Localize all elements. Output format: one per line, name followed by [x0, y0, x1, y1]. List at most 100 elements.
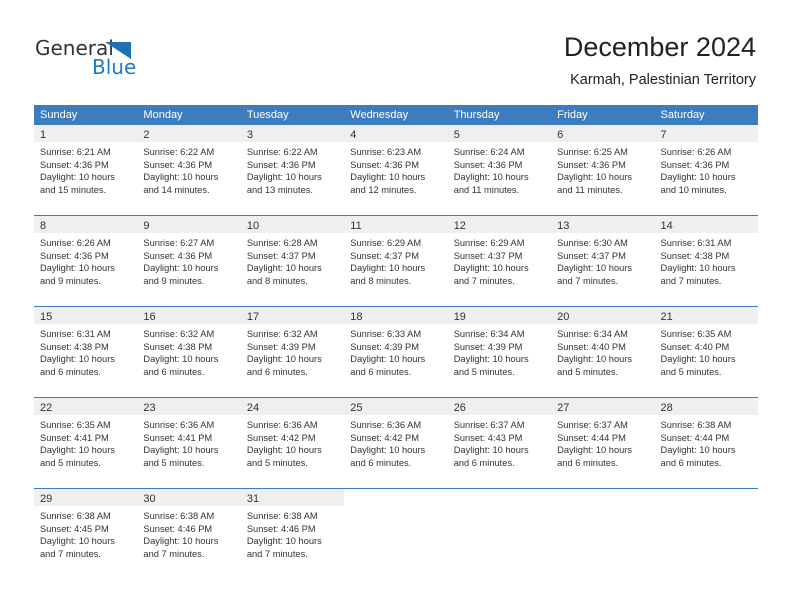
page-subtitle: Karmah, Palestinian Territory	[570, 72, 756, 88]
day-number-band	[551, 489, 654, 506]
sunrise-text: Sunrise: 6:26 AM	[40, 238, 111, 248]
day-cell[interactable]: 24 Sunrise: 6:36 AM Sunset: 4:42 PM Dayl…	[240, 398, 345, 484]
sunset-text: Sunset: 4:44 PM	[660, 432, 730, 443]
sunrise-text: Sunrise: 6:24 AM	[453, 147, 525, 157]
day-info: Sunrise: 6:38 AM Sunset: 4:44 PM Dayligh…	[655, 415, 758, 469]
day-cell[interactable]: 20 Sunrise: 6:34 AM Sunset: 4:40 PM Dayl…	[551, 307, 655, 393]
general-blue-logo[interactable]: General Blue	[35, 36, 215, 86]
daylight-text-line1: Daylight: 10 hours	[246, 172, 322, 183]
day-info: Sunrise: 6:36 AM Sunset: 4:42 PM Dayligh…	[344, 415, 447, 469]
day-info: Sunrise: 6:34 AM Sunset: 4:40 PM Dayligh…	[551, 324, 654, 378]
day-number: 1	[40, 129, 47, 141]
day-info: Sunrise: 6:31 AM Sunset: 4:38 PM Dayligh…	[655, 233, 758, 287]
sunset-text: Sunset: 4:36 PM	[660, 159, 730, 170]
day-cell[interactable]: 27 Sunrise: 6:37 AM Sunset: 4:44 PM Dayl…	[551, 398, 655, 484]
day-cell[interactable]: 3 Sunrise: 6:22 AM Sunset: 4:36 PM Dayli…	[240, 125, 345, 211]
sunset-text: Sunset: 4:36 PM	[143, 250, 213, 261]
day-info: Sunrise: 6:30 AM Sunset: 4:37 PM Dayligh…	[551, 233, 654, 287]
daylight-text-line2: and 8 minutes.	[350, 275, 412, 286]
day-info: Sunrise: 6:34 AM Sunset: 4:39 PM Dayligh…	[448, 324, 551, 378]
weekday-header-saturday: Saturday	[660, 109, 705, 121]
day-number: 7	[660, 129, 667, 141]
sunset-text: Sunset: 4:36 PM	[350, 159, 419, 170]
day-cell[interactable]: 10 Sunrise: 6:28 AM Sunset: 4:37 PM Dayl…	[240, 216, 345, 302]
day-cell[interactable]: 11 Sunrise: 6:29 AM Sunset: 4:37 PM Dayl…	[344, 216, 448, 302]
day-cell[interactable]: 21 Sunrise: 6:35 AM Sunset: 4:40 PM Dayl…	[654, 307, 758, 393]
day-cell-empty	[344, 489, 447, 575]
day-cell[interactable]: 7 Sunrise: 6:26 AM Sunset: 4:36 PM Dayli…	[654, 125, 758, 211]
day-number: 8	[40, 220, 47, 232]
day-cell[interactable]: 1 Sunrise: 6:21 AM Sunset: 4:36 PM Dayli…	[34, 125, 138, 211]
daylight-text-line2: and 7 minutes.	[40, 548, 101, 559]
day-cell[interactable]: 25 Sunrise: 6:36 AM Sunset: 4:42 PM Dayl…	[344, 398, 448, 484]
day-number-band: 15	[34, 307, 138, 324]
day-cell[interactable]: 8 Sunrise: 6:26 AM Sunset: 4:36 PM Dayli…	[34, 216, 138, 302]
daylight-text-line1: Daylight: 10 hours	[557, 172, 633, 183]
day-number: 17	[246, 311, 260, 323]
day-number-band: 19	[447, 307, 552, 324]
day-number: 30	[143, 493, 156, 505]
daylight-text-line2: and 6 minutes.	[143, 366, 205, 377]
daylight-text-line2: and 5 minutes.	[557, 366, 619, 377]
daylight-text-line2: and 6 minutes.	[660, 457, 722, 468]
day-cell[interactable]: 28 Sunrise: 6:38 AM Sunset: 4:44 PM Dayl…	[654, 398, 758, 484]
daylight-text-line2: and 11 minutes.	[453, 184, 520, 195]
daylight-text-line2: and 7 minutes.	[660, 275, 722, 286]
week-row: 15 Sunrise: 6:31 AM Sunset: 4:38 PM Dayl…	[34, 306, 758, 395]
sunset-text: Sunset: 4:41 PM	[143, 432, 213, 443]
day-cell[interactable]: 29 Sunrise: 6:38 AM Sunset: 4:45 PM Dayl…	[34, 489, 138, 575]
daylight-text-line2: and 15 minutes.	[40, 184, 107, 195]
day-cell[interactable]: 26 Sunrise: 6:37 AM Sunset: 4:43 PM Dayl…	[447, 398, 552, 484]
sunset-text: Sunset: 4:41 PM	[40, 432, 109, 443]
day-cell[interactable]: 14 Sunrise: 6:31 AM Sunset: 4:38 PM Dayl…	[654, 216, 758, 302]
day-cell[interactable]: 16 Sunrise: 6:32 AM Sunset: 4:38 PM Dayl…	[137, 307, 241, 393]
daylight-text-line1: Daylight: 10 hours	[40, 172, 115, 183]
sunrise-text: Sunrise: 6:28 AM	[246, 238, 318, 248]
sunrise-text: Sunrise: 6:26 AM	[660, 147, 732, 157]
day-cell[interactable]: 6 Sunrise: 6:25 AM Sunset: 4:36 PM Dayli…	[551, 125, 655, 211]
sunrise-text: Sunrise: 6:38 AM	[246, 511, 318, 521]
daylight-text-line2: and 8 minutes.	[246, 275, 308, 286]
week-row: 8 Sunrise: 6:26 AM Sunset: 4:36 PM Dayli…	[34, 215, 758, 304]
sunset-text: Sunset: 4:37 PM	[557, 250, 626, 261]
daylight-text-line1: Daylight: 10 hours	[350, 263, 426, 274]
daylight-text-line1: Daylight: 10 hours	[143, 263, 219, 274]
daylight-text-line2: and 9 minutes.	[143, 275, 205, 286]
day-cell-empty	[655, 489, 758, 575]
day-info: Sunrise: 6:23 AM Sunset: 4:36 PM Dayligh…	[344, 142, 447, 196]
day-cell[interactable]: 2 Sunrise: 6:22 AM Sunset: 4:36 PM Dayli…	[137, 125, 241, 211]
daylight-text-line1: Daylight: 10 hours	[246, 354, 322, 365]
weekday-header-thursday: Thursday	[453, 109, 500, 121]
day-cell[interactable]: 18 Sunrise: 6:33 AM Sunset: 4:39 PM Dayl…	[344, 307, 448, 393]
day-cell[interactable]: 4 Sunrise: 6:23 AM Sunset: 4:36 PM Dayli…	[344, 125, 448, 211]
day-cell[interactable]: 12 Sunrise: 6:29 AM Sunset: 4:37 PM Dayl…	[447, 216, 552, 302]
sunrise-text: Sunrise: 6:32 AM	[143, 329, 215, 339]
day-cell[interactable]: 22 Sunrise: 6:35 AM Sunset: 4:41 PM Dayl…	[34, 398, 138, 484]
day-cell[interactable]: 19 Sunrise: 6:34 AM Sunset: 4:39 PM Dayl…	[447, 307, 552, 393]
day-cell[interactable]: 5 Sunrise: 6:24 AM Sunset: 4:36 PM Dayli…	[447, 125, 552, 211]
daylight-text-line2: and 7 minutes.	[453, 275, 515, 286]
sunset-text: Sunset: 4:46 PM	[246, 523, 316, 534]
day-cell[interactable]: 31 Sunrise: 6:38 AM Sunset: 4:46 PM Dayl…	[240, 489, 345, 575]
day-number-band: 9	[137, 216, 241, 233]
day-cell[interactable]: 13 Sunrise: 6:30 AM Sunset: 4:37 PM Dayl…	[551, 216, 655, 302]
day-cell[interactable]: 23 Sunrise: 6:36 AM Sunset: 4:41 PM Dayl…	[137, 398, 241, 484]
day-cell[interactable]: 30 Sunrise: 6:38 AM Sunset: 4:46 PM Dayl…	[137, 489, 241, 575]
sunrise-text: Sunrise: 6:37 AM	[557, 420, 628, 430]
daylight-text-line2: and 6 minutes.	[350, 457, 412, 468]
weekday-header-monday: Monday	[143, 109, 183, 121]
day-cell[interactable]: 15 Sunrise: 6:31 AM Sunset: 4:38 PM Dayl…	[34, 307, 138, 393]
day-info: Sunrise: 6:38 AM Sunset: 4:45 PM Dayligh…	[34, 506, 137, 560]
daylight-text-line2: and 12 minutes.	[350, 184, 417, 195]
day-number: 11	[350, 220, 362, 232]
day-number: 19	[453, 311, 466, 323]
sunset-text: Sunset: 4:36 PM	[557, 159, 626, 170]
sunrise-text: Sunrise: 6:34 AM	[453, 329, 525, 339]
day-number-band: 20	[551, 307, 655, 324]
day-cell[interactable]: 9 Sunrise: 6:27 AM Sunset: 4:36 PM Dayli…	[137, 216, 241, 302]
sunset-text: Sunset: 4:40 PM	[557, 341, 626, 352]
day-info: Sunrise: 6:24 AM Sunset: 4:36 PM Dayligh…	[448, 142, 551, 196]
sunset-text: Sunset: 4:36 PM	[453, 159, 523, 170]
sunset-text: Sunset: 4:45 PM	[40, 523, 109, 534]
day-cell[interactable]: 17 Sunrise: 6:32 AM Sunset: 4:39 PM Dayl…	[240, 307, 345, 393]
